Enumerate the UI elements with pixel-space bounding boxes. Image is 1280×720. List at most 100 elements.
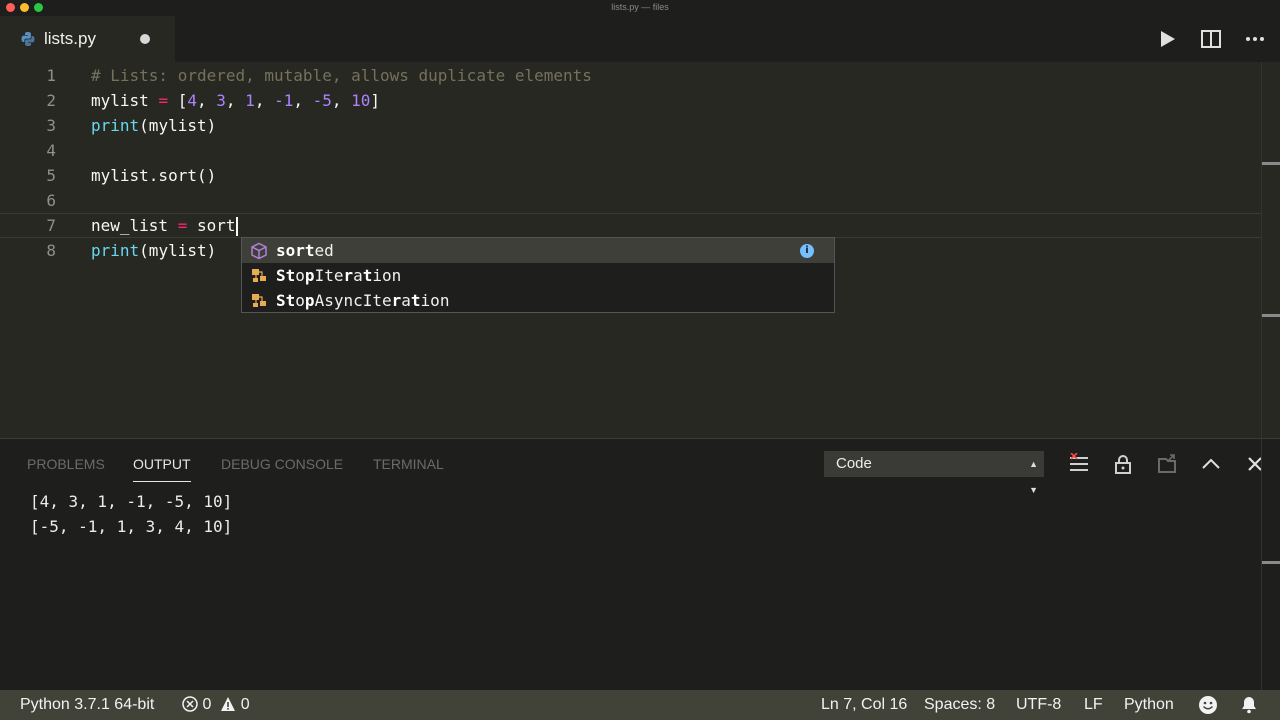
- status-bar: Python 3.7.1 64-bit 0 0 Ln 7, Col 16 Spa…: [0, 690, 1280, 720]
- number-token: -1: [274, 91, 294, 110]
- suggestion-match: S: [276, 291, 286, 310]
- warning-count: 0: [240, 696, 250, 713]
- panel-scrollbar[interactable]: [1261, 439, 1280, 691]
- identifier-token: new_list: [91, 216, 169, 235]
- suggestion-sorted[interactable]: sorted i: [242, 238, 834, 263]
- scroll-marker: [1262, 314, 1280, 317]
- identifier-token: mylist: [91, 91, 149, 110]
- suggestion-match: r: [391, 291, 402, 310]
- suggestion-stopasynciteration[interactable]: StopAsyncIteration: [242, 288, 834, 313]
- tab-filename: lists.py: [44, 29, 96, 48]
- suggestion-rest: o: [295, 266, 305, 285]
- comma-token: ,: [225, 91, 246, 110]
- warning-icon: [221, 697, 236, 711]
- output-line: [-5, -1, 1, 3, 4, 10]: [30, 517, 233, 536]
- builtin-token: print: [91, 116, 140, 135]
- suggestion-match: p: [304, 266, 315, 285]
- module-icon: [251, 242, 267, 260]
- error-icon: [182, 696, 198, 712]
- suggestion-rest: Ite: [314, 266, 344, 285]
- suggestion-match: S: [276, 266, 286, 285]
- code-line: 3 print(mylist): [0, 113, 1262, 138]
- bottom-panel: PROBLEMS OUTPUT DEBUG CONSOLE TERMINAL C…: [0, 438, 1280, 691]
- info-icon[interactable]: i: [800, 244, 814, 258]
- args-token: (mylist): [139, 241, 217, 260]
- comma-token: ,: [254, 91, 275, 110]
- line-number: 7: [46, 216, 56, 235]
- line-ending[interactable]: LF: [1084, 690, 1103, 720]
- tab-problems[interactable]: PROBLEMS: [27, 456, 105, 472]
- operator-token: =: [158, 91, 169, 110]
- line-number: 6: [46, 191, 56, 210]
- encoding[interactable]: UTF-8: [1016, 690, 1061, 720]
- comma-token: ,: [331, 91, 352, 110]
- line-number: 4: [46, 141, 56, 160]
- builtin-token: print: [91, 241, 140, 260]
- feedback-smiley-icon[interactable]: [1198, 695, 1218, 715]
- line-number: 3: [46, 116, 56, 135]
- scroll-marker: [1262, 561, 1280, 564]
- tab-debug-console[interactable]: DEBUG CONSOLE: [221, 456, 343, 472]
- line-number: 1: [46, 66, 56, 85]
- output-log: [4, 3, 1, -1, -5, 10] [-5, -1, 1, 3, 4, …: [30, 489, 232, 539]
- suggestion-match: t: [362, 266, 373, 285]
- class-icon: [252, 294, 266, 307]
- code-line: 2 mylist = [4, 3, 1, -1, -5, 10]: [0, 88, 1262, 113]
- suggestion-match: sort: [276, 241, 315, 260]
- text-cursor: [235, 217, 238, 236]
- suggestion-match: r: [343, 266, 354, 285]
- code-line: 5 mylist.sort(): [0, 163, 1262, 188]
- python-interpreter[interactable]: Python 3.7.1 64-bit: [20, 690, 154, 720]
- indentation[interactable]: Spaces: 8: [924, 690, 995, 720]
- code-line: 1 # Lists: ordered, mutable, allows dupl…: [0, 63, 1262, 88]
- number-token: 10: [351, 91, 371, 110]
- unsaved-dot-icon[interactable]: [140, 34, 150, 44]
- problems-summary[interactable]: 0 0: [182, 690, 250, 720]
- error-count: 0: [202, 696, 212, 713]
- tab-bar: lists.py: [0, 16, 1280, 62]
- suggestion-match: t: [285, 291, 296, 310]
- open-log-icon[interactable]: [1156, 453, 1178, 475]
- title-bar: lists.py — files: [0, 0, 1280, 16]
- suggestion-rest: ion: [372, 266, 402, 285]
- window-title: lists.py — files: [611, 2, 669, 12]
- tab-output[interactable]: OUTPUT: [133, 456, 191, 482]
- bracket-token: ]: [370, 91, 381, 110]
- lock-icon[interactable]: [1112, 453, 1134, 475]
- current-code-line: 7 new_list = sort: [0, 213, 1262, 238]
- clear-output-icon[interactable]: [1068, 453, 1090, 475]
- suggestion-match: t: [410, 291, 421, 310]
- number-token: -5: [312, 91, 332, 110]
- maximize-panel-icon[interactable]: [1200, 453, 1222, 475]
- cursor-position[interactable]: Ln 7, Col 16: [821, 690, 907, 720]
- method-call-token: mylist.sort(): [91, 166, 217, 185]
- suggestion-rest: o: [295, 291, 305, 310]
- output-channel-select[interactable]: Code ▲ ▼: [824, 451, 1044, 495]
- typed-token: sort: [196, 216, 236, 235]
- suggestion-rest: AsyncIte: [314, 291, 392, 310]
- editor-tab-lists-py[interactable]: lists.py: [0, 16, 175, 62]
- args-token: (mylist): [139, 116, 217, 135]
- split-editor-icon[interactable]: [1200, 28, 1222, 50]
- suggestion-rest: ed: [314, 241, 334, 260]
- comment-token: # Lists: ordered, mutable, allows duplic…: [91, 66, 592, 85]
- output-line: [4, 3, 1, -1, -5, 10]: [30, 492, 233, 511]
- language-mode[interactable]: Python: [1124, 690, 1174, 720]
- line-number: 2: [46, 91, 56, 110]
- number-token: 4: [187, 91, 197, 110]
- number-token: 1: [245, 91, 255, 110]
- more-actions-icon[interactable]: [1244, 28, 1266, 50]
- notifications-bell-icon[interactable]: [1240, 696, 1258, 714]
- autocomplete-popup: sorted i StopIteration StopAsyncIteratio…: [241, 237, 835, 313]
- operator-token: =: [177, 216, 188, 235]
- suggestion-match: p: [304, 291, 315, 310]
- scroll-marker: [1262, 162, 1280, 165]
- class-icon: [252, 269, 266, 282]
- suggestion-stopiteration[interactable]: StopIteration: [242, 263, 834, 288]
- editor-scrollbar[interactable]: [1261, 62, 1280, 438]
- select-arrows-icon: ▲ ▼: [1029, 459, 1038, 495]
- run-icon[interactable]: [1156, 28, 1178, 50]
- tab-terminal[interactable]: TERMINAL: [373, 456, 444, 472]
- comma-token: ,: [197, 91, 217, 110]
- suggestion-match: t: [285, 266, 296, 285]
